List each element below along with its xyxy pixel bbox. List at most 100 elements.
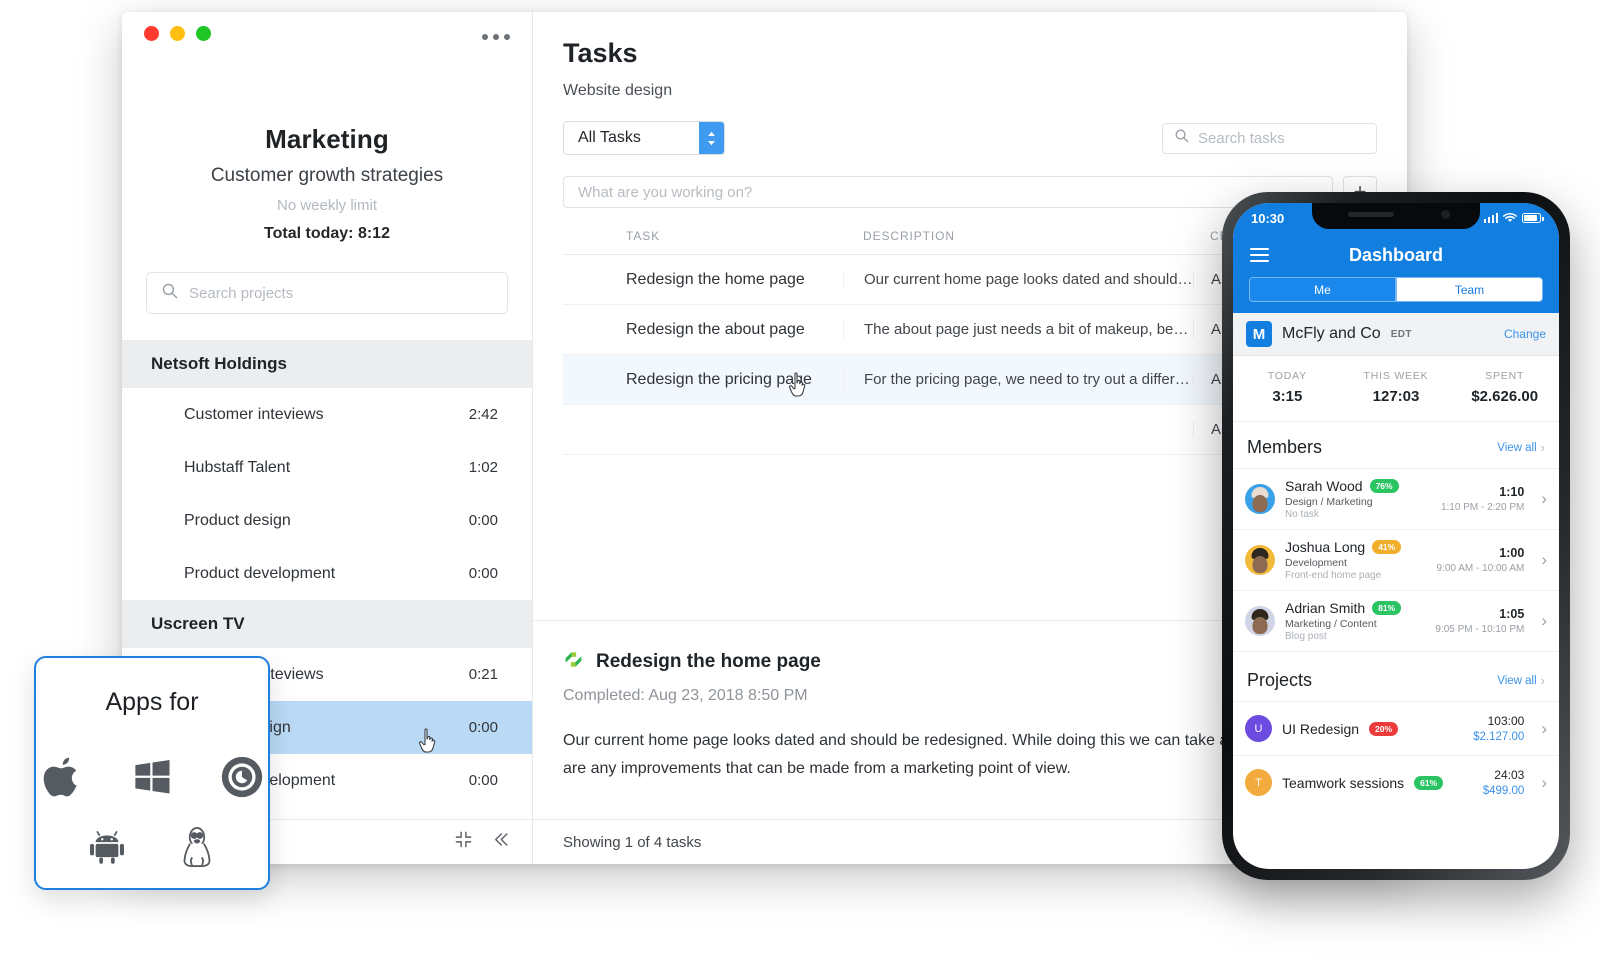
member-duration: 1:00 xyxy=(1499,546,1525,560)
mouse-cursor-pointer xyxy=(788,372,808,398)
maximize-icon[interactable] xyxy=(196,26,211,41)
add-task-placeholder: What are you working on? xyxy=(578,183,753,201)
mouse-cursor-pointer-sidebar xyxy=(418,728,438,754)
project-item-label: Product development xyxy=(184,564,336,582)
member-role: Design / Marketing xyxy=(1285,496,1373,508)
member-row[interactable]: Sarah Wood 76% Design / Marketing No tas… xyxy=(1233,468,1559,529)
projects-view-all-link[interactable]: View all › xyxy=(1497,673,1545,688)
stats-row: TODAY 3:15 THIS WEEK 127:03 SPENT $2.626… xyxy=(1233,356,1559,422)
chrome-icon[interactable] xyxy=(216,751,268,803)
member-task: Front-end home page xyxy=(1285,570,1382,581)
compress-icon[interactable] xyxy=(454,830,473,854)
project-item[interactable]: Hubstaff Talent 1:02 xyxy=(122,441,532,494)
battery-icon xyxy=(1522,213,1544,223)
collapse-left-icon[interactable] xyxy=(491,830,510,854)
linux-icon[interactable] xyxy=(171,821,223,873)
org-avatar: M xyxy=(1246,321,1272,347)
task-description: Our current home page looks dated and sh… xyxy=(843,271,1193,288)
project-avatar: T xyxy=(1245,769,1272,796)
project-item[interactable]: Customer inteviews 2:42 xyxy=(122,388,532,441)
member-name: Joshua Long xyxy=(1285,539,1366,555)
tasks-title: Tasks xyxy=(563,38,638,68)
member-name: Adrian Smith xyxy=(1285,600,1366,616)
task-filter-select[interactable]: All Tasks xyxy=(563,121,725,155)
project-item[interactable]: Product design 0:00 xyxy=(122,494,532,547)
member-info: Joshua Long 41% Development Front-end ho… xyxy=(1285,539,1427,581)
apps-platform-row-1 xyxy=(36,751,268,803)
project-group-header[interactable]: Netsoft Holdings xyxy=(122,340,532,388)
member-activity-badge: 76% xyxy=(1369,479,1399,493)
signal-icon xyxy=(1483,213,1498,223)
speaker-icon xyxy=(1348,212,1394,217)
chevron-updown-icon xyxy=(699,122,724,154)
stat-today: TODAY 3:15 xyxy=(1233,370,1342,405)
members-section-header: Members View all › xyxy=(1233,422,1559,468)
stat-label: SPENT xyxy=(1485,370,1525,382)
project-item-time: 0:00 xyxy=(468,772,498,789)
minimize-icon[interactable] xyxy=(170,26,185,41)
member-activity-badge: 41% xyxy=(1372,540,1402,554)
project-item-time: 0:21 xyxy=(468,666,498,683)
search-icon xyxy=(1174,128,1189,148)
member-time: 1:00 9:00 AM - 10:00 AM xyxy=(1437,546,1525,574)
project-totals: 24:03 $499.00 xyxy=(1483,768,1525,797)
android-icon[interactable] xyxy=(81,821,133,873)
member-info: Adrian Smith 81% Marketing / Content Blo… xyxy=(1285,600,1425,642)
tab-team[interactable]: Team xyxy=(1396,277,1543,302)
apple-icon[interactable] xyxy=(36,751,88,803)
weekly-limit-label: No weekly limit xyxy=(276,197,378,214)
stat-spent: SPENT $2.626.00 xyxy=(1450,370,1559,405)
window-traffic-lights xyxy=(144,26,211,41)
organization-row[interactable]: M McFly and Co EDT Change xyxy=(1233,313,1559,356)
task-description: For the pricing page, we need to try out… xyxy=(843,371,1193,388)
search-tasks-input[interactable]: Search tasks xyxy=(1162,122,1377,154)
search-projects-input[interactable]: Search projects xyxy=(146,272,508,314)
stat-this-week: THIS WEEK 127:03 xyxy=(1342,370,1451,405)
project-item-label: Product design xyxy=(184,511,291,529)
hamburger-icon[interactable] xyxy=(1250,248,1269,262)
project-item-time: 2:42 xyxy=(468,406,498,423)
total-today-label: Total today: 8:12 xyxy=(264,225,390,242)
phone-screen: 10:30 Dashboard Me Team M McFly and Co E… xyxy=(1233,203,1559,869)
search-tasks-placeholder: Search tasks xyxy=(1198,129,1285,147)
org-timezone: EDT xyxy=(1390,328,1412,340)
member-row[interactable]: Adrian Smith 81% Marketing / Content Blo… xyxy=(1233,590,1559,651)
member-row[interactable]: Joshua Long 41% Development Front-end ho… xyxy=(1233,529,1559,590)
add-task-input[interactable]: What are you working on? xyxy=(563,176,1333,208)
member-name: Sarah Wood xyxy=(1285,478,1363,494)
project-row[interactable]: T Teamwork sessions 61% 24:03 $499.00 › xyxy=(1233,755,1559,809)
members-view-all-link[interactable]: View all › xyxy=(1497,440,1545,455)
project-avatar: U xyxy=(1245,715,1272,742)
mobile-device-mockup: 10:30 Dashboard Me Team M McFly and Co E… xyxy=(1222,192,1570,880)
tab-me[interactable]: Me xyxy=(1249,277,1396,302)
close-icon[interactable] xyxy=(144,26,159,41)
member-duration: 1:05 xyxy=(1499,607,1525,621)
project-group-header[interactable]: Uscreen TV xyxy=(122,600,532,648)
kebab-menu-icon[interactable] xyxy=(482,34,510,40)
stat-value: 3:15 xyxy=(1272,388,1303,405)
apps-card-title: Apps for xyxy=(105,688,199,716)
change-org-link[interactable]: Change xyxy=(1504,327,1546,341)
chevron-right-icon: › xyxy=(1540,440,1545,455)
view-all-label: View all xyxy=(1497,441,1537,454)
chevron-right-icon: › xyxy=(1541,772,1547,792)
task-description: The about page just needs a bit of makeu… xyxy=(843,321,1193,338)
project-item-label: Customer inteviews xyxy=(184,405,324,423)
task-detail-title: Redesign the home page xyxy=(596,651,821,672)
avatar xyxy=(1245,545,1275,575)
column-header-task: TASK xyxy=(626,229,661,243)
task-name: Redesign the home page xyxy=(626,270,805,288)
avatar xyxy=(1245,606,1275,636)
task-name: Redesign the about page xyxy=(626,320,805,338)
apps-for-card: Apps for xyxy=(34,656,270,890)
windows-icon[interactable] xyxy=(126,751,178,803)
project-row[interactable]: U UI Redesign 20% 103:00 $2.127.00 › xyxy=(1233,701,1559,755)
org-name: McFly and Co xyxy=(1282,325,1381,342)
status-icons xyxy=(1483,211,1544,226)
project-item-label: Hubstaff Talent xyxy=(184,458,291,476)
tasks-count-status: Showing 1 of 4 tasks xyxy=(563,833,702,851)
project-item[interactable]: Product development 0:00 xyxy=(122,547,532,600)
apps-platform-row-2 xyxy=(36,821,268,873)
chevron-right-icon: › xyxy=(1541,611,1547,630)
project-subtitle: Customer growth strategies xyxy=(210,165,444,186)
